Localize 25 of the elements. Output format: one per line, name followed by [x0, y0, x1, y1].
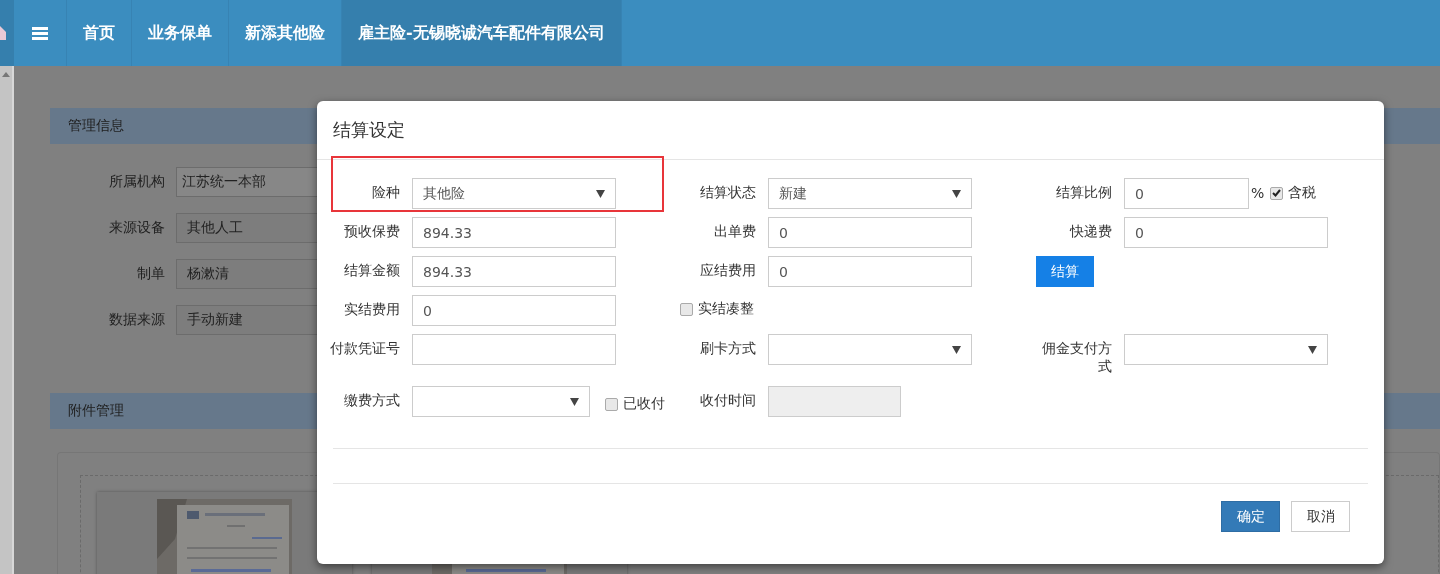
field-label: 实结费用	[343, 300, 400, 318]
field-label: 快递费	[1068, 222, 1112, 240]
field-label: 险种	[371, 183, 400, 201]
field-label: 结算状态	[699, 183, 756, 201]
unit-label: %	[1250, 184, 1265, 201]
field-label: 制单	[136, 264, 165, 283]
field-label: 所属机构	[108, 172, 165, 191]
field-label: 结算比例	[1055, 183, 1112, 201]
section-title: 附件管理	[68, 402, 124, 420]
field-label: 结算金额	[343, 261, 400, 279]
checkbox-label: 含税	[1288, 184, 1317, 202]
field-label: 收付时间	[699, 391, 756, 409]
field-label: 预收保费	[343, 222, 400, 240]
field-label: 付款凭证号	[329, 339, 400, 357]
field-label: 数据来源	[108, 310, 165, 329]
checkbox-label: 已收付	[623, 395, 665, 413]
field-label: 应结费用	[699, 261, 756, 279]
section-title: 管理信息	[68, 117, 124, 135]
checkbox-label: 实结凑整	[698, 300, 754, 318]
field-label: 缴费方式	[343, 391, 400, 409]
dialog-title: 结算设定	[333, 118, 405, 142]
field-label: 刷卡方式	[699, 339, 756, 357]
field-label: 出单费	[713, 222, 756, 240]
field-label: 佣金支付方式	[1041, 339, 1112, 375]
field-label: 来源设备	[108, 218, 165, 237]
